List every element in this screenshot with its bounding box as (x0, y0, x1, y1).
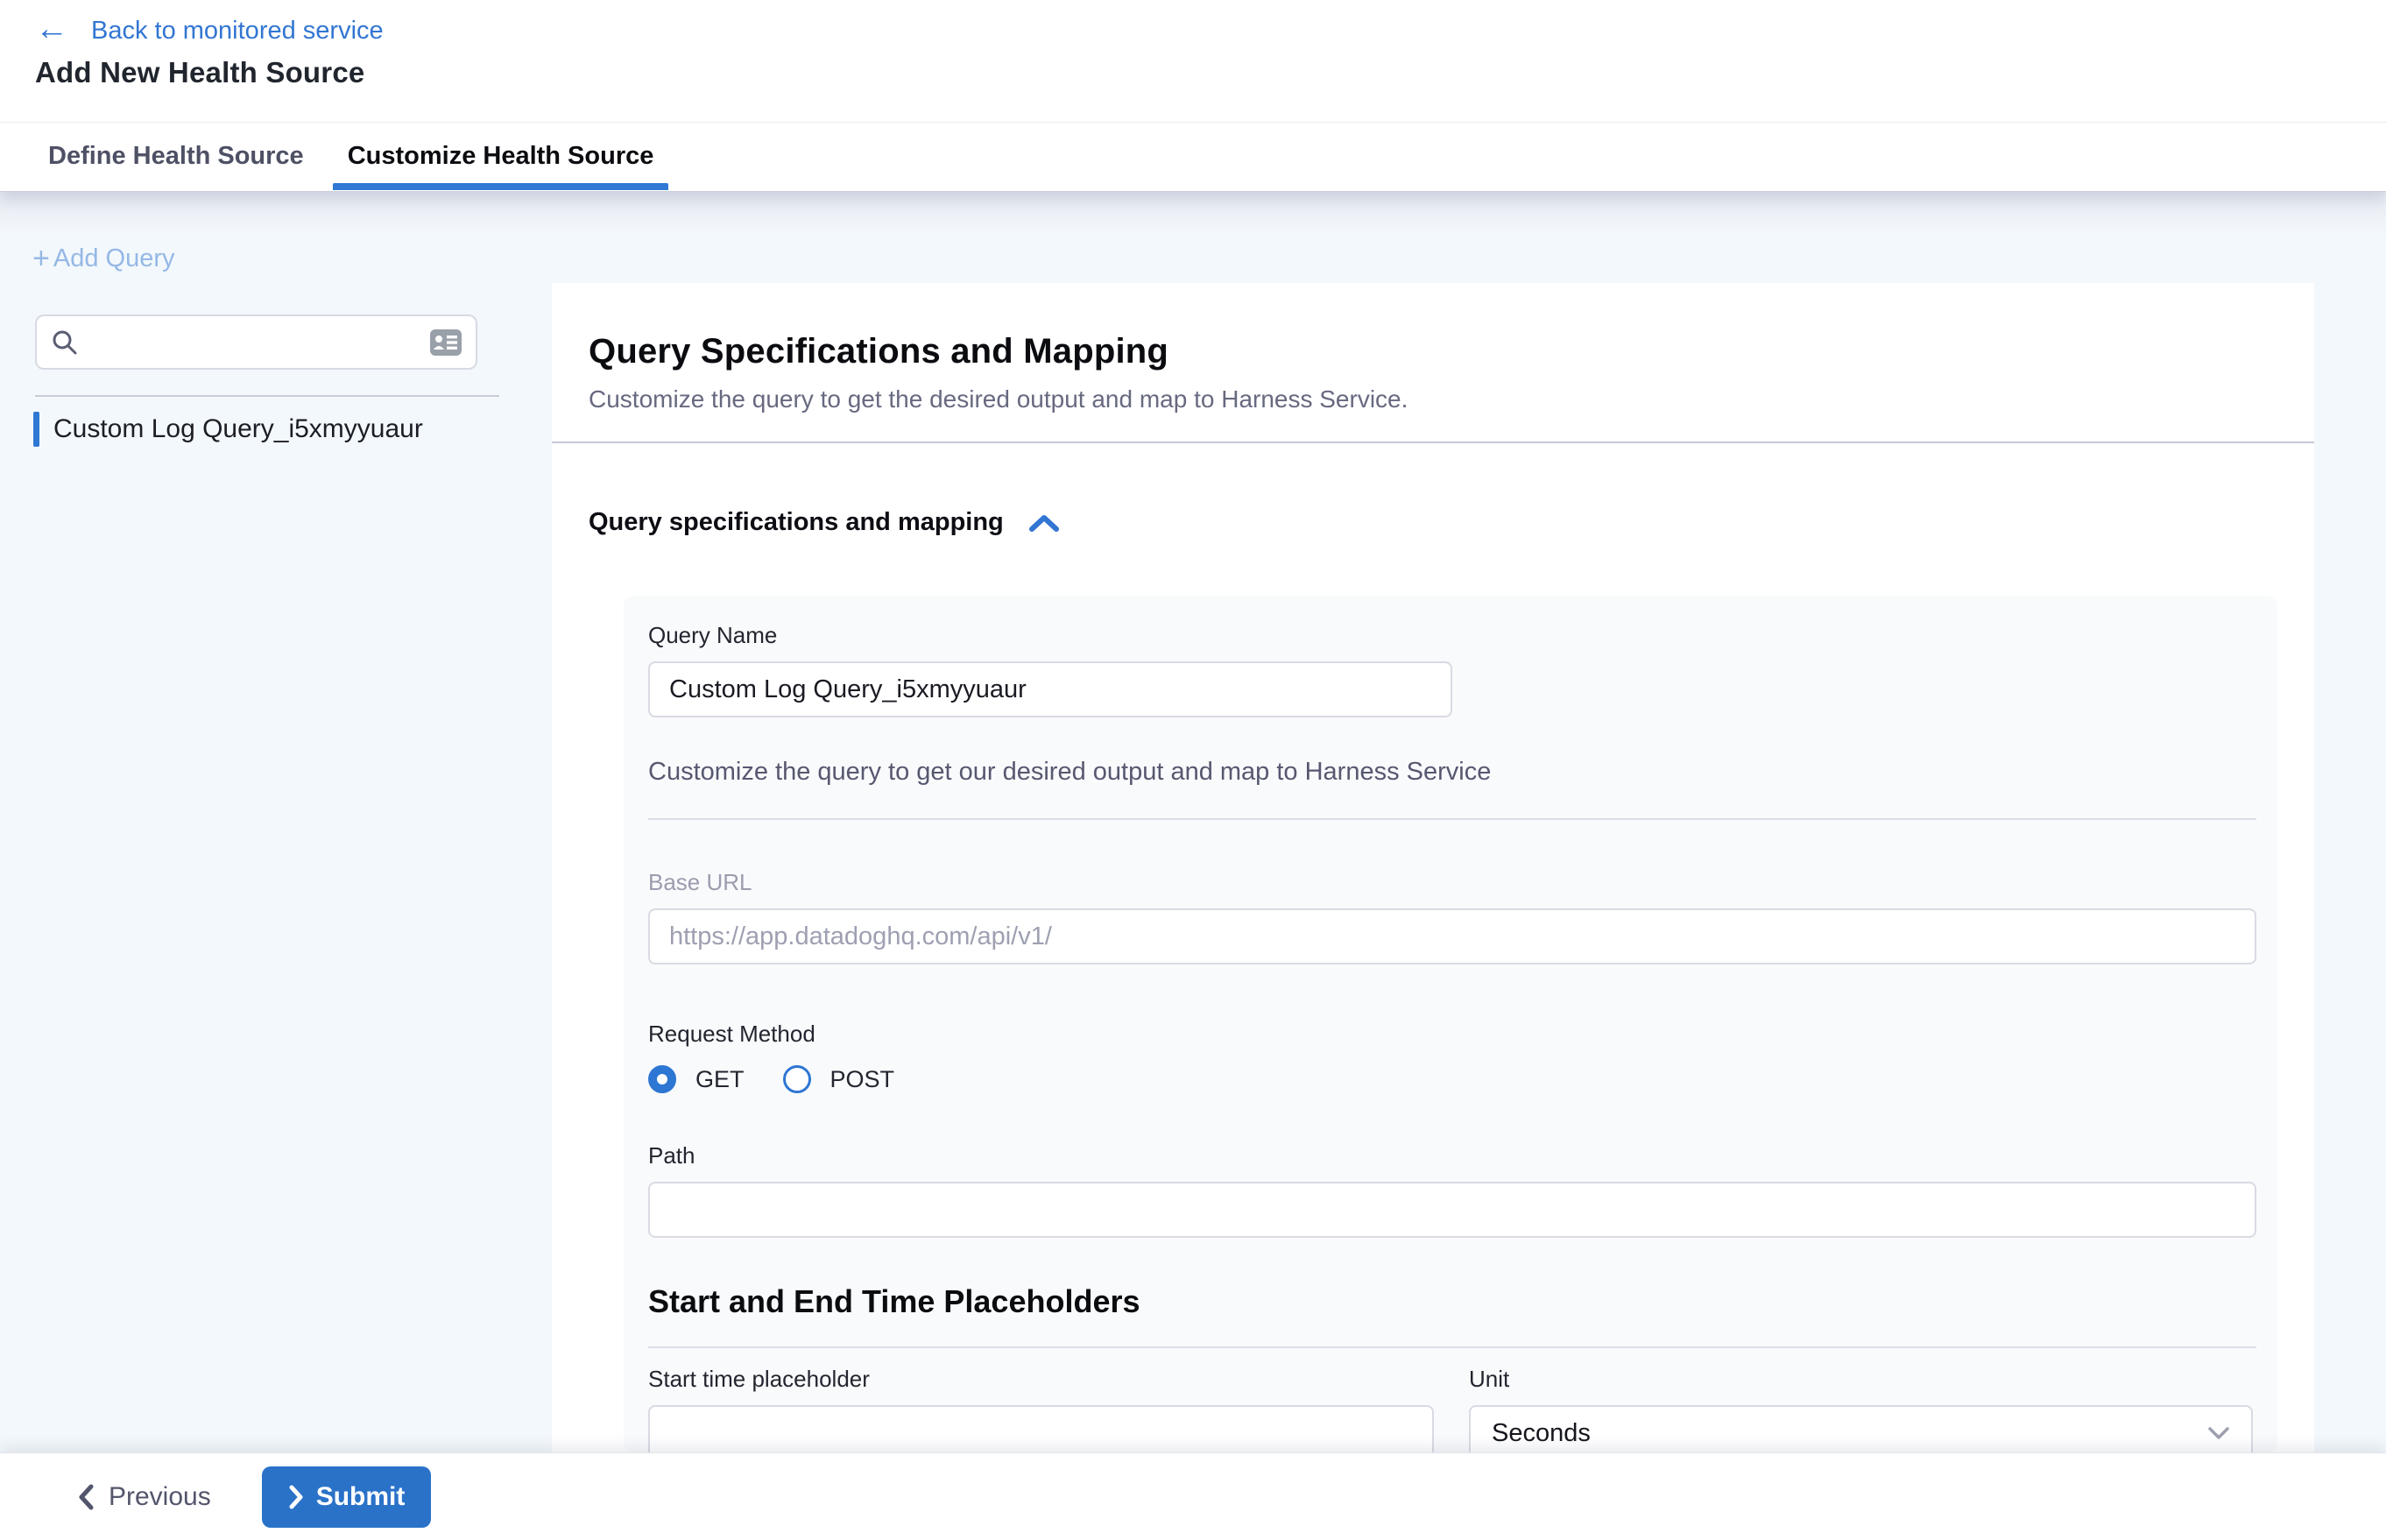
card-divider (648, 818, 2256, 820)
query-name-label: Query Name (648, 622, 2253, 649)
unit-label: Unit (1469, 1366, 2253, 1393)
time-placeholder-row: Start time placeholder Unit Seconds (648, 1366, 2253, 1452)
query-list-item[interactable]: Custom Log Query_i5xmyyuaur (33, 412, 524, 447)
start-time-label: Start time placeholder (648, 1366, 1469, 1393)
path-input[interactable] (648, 1182, 2256, 1238)
panel-title: Query Specifications and Mapping (589, 332, 2277, 371)
unit-select[interactable]: Seconds (1469, 1405, 2253, 1452)
plus-icon: + (32, 242, 50, 276)
previous-button[interactable]: Previous (77, 1482, 211, 1512)
tab-customize-health-source[interactable]: Customize Health Source (333, 123, 669, 190)
search-input[interactable] (89, 328, 430, 357)
query-item-label: Custom Log Query_i5xmyyuaur (53, 414, 423, 444)
add-query-button[interactable]: + Add Query (32, 242, 175, 276)
collapsible-section-header[interactable]: Query specifications and mapping (552, 443, 2314, 537)
radio-post[interactable]: POST (783, 1065, 895, 1093)
back-arrow-icon: ← (35, 12, 68, 46)
content-area: + Add Query Custom Log Query_i5xmyyuaur (0, 191, 2386, 1452)
path-label: Path (648, 1142, 2253, 1169)
unit-select-value: Seconds (1492, 1419, 1591, 1448)
selected-indicator-bar (33, 412, 39, 447)
header-top: ← Back to monitored service Add New Heal… (0, 0, 2386, 123)
radio-post-label: POST (830, 1066, 895, 1093)
tab-bar: Define Health Source Customize Health So… (0, 123, 2386, 190)
time-placeholders-heading: Start and End Time Placeholders (648, 1283, 2253, 1320)
radio-post-circle (783, 1065, 811, 1093)
query-help-text: Customize the query to get our desired o… (648, 758, 2253, 787)
panel-head: Query Specifications and Mapping Customi… (552, 283, 2314, 443)
page-header: ← Back to monitored service Add New Heal… (0, 0, 2386, 191)
footer-bar: Previous Submit (0, 1452, 2386, 1540)
base-url-label: Base URL (648, 869, 2253, 896)
search-icon (51, 328, 79, 357)
back-link-label: Back to monitored service (91, 17, 384, 46)
section-title: Query specifications and mapping (589, 508, 1004, 537)
radio-get[interactable]: GET (648, 1065, 745, 1093)
chevron-up-icon[interactable] (1028, 512, 1060, 533)
chevron-right-icon (288, 1485, 304, 1509)
chevron-down-icon (2207, 1426, 2230, 1440)
base-url-input[interactable] (648, 908, 2256, 964)
query-search-box (35, 314, 477, 370)
request-method-label: Request Method (648, 1021, 2253, 1048)
radio-get-circle (648, 1065, 676, 1093)
back-link[interactable]: ← Back to monitored service (35, 12, 2351, 49)
tab-define-health-source[interactable]: Define Health Source (33, 123, 319, 190)
previous-button-label: Previous (109, 1482, 211, 1512)
add-query-label: Add Query (53, 244, 175, 273)
request-method-radio-group: GET POST (648, 1060, 2253, 1098)
panel-subtitle: Customize the query to get the desired o… (589, 385, 2277, 413)
submit-button-label: Submit (316, 1482, 406, 1512)
card-divider-2 (648, 1346, 2256, 1348)
card-view-icon[interactable] (430, 329, 462, 356)
main-panel: Query Specifications and Mapping Customi… (552, 283, 2314, 1452)
query-sidebar: + Add Query Custom Log Query_i5xmyyuaur (0, 191, 552, 1452)
submit-button[interactable]: Submit (262, 1466, 432, 1528)
chevron-left-icon (77, 1484, 95, 1510)
start-time-input[interactable] (648, 1405, 1434, 1452)
sidebar-divider (35, 395, 499, 397)
query-spec-card: Query Name Customize the query to get ou… (624, 596, 2277, 1452)
page-title: Add New Health Source (35, 56, 2351, 89)
radio-get-label: GET (695, 1066, 745, 1093)
query-name-input[interactable] (648, 661, 1452, 717)
